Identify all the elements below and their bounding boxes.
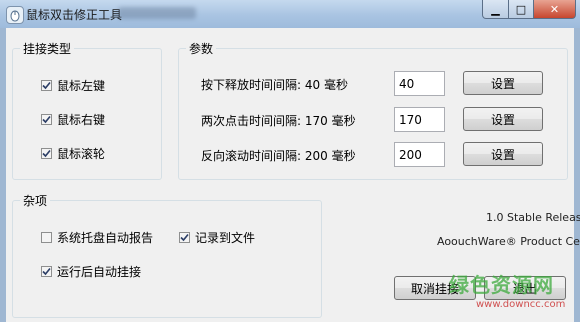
double-click-interval-input[interactable] [394,107,445,132]
checkbox-check-icon [41,148,52,159]
minimize-button[interactable]: ▁ [482,0,509,19]
maximize-button[interactable]: □ [508,0,534,19]
right-button-label: 鼠标右键 [57,113,106,127]
left-button-label: 鼠标左键 [57,79,106,93]
hook-type-group-title: 挂接类型 [20,40,75,57]
params-group: 参数 按下释放时间间隔: 40 毫秒 设置 两次点击时间间隔: 170 毫秒 设… [178,40,568,180]
checkbox-check-icon [179,232,190,243]
close-button[interactable]: ✕ [533,0,576,19]
press-release-interval-label: 按下释放时间间隔: 40 毫秒 [201,78,348,92]
release-info: 1.0 Stable Release [486,211,580,224]
set-button-label: 设置 [490,147,515,162]
wheel-checkbox[interactable]: 鼠标滚轮 [41,145,105,162]
watermark-url: www.downcc.com [476,299,566,310]
reverse-scroll-interval-label: 反向滚动时间间隔: 200 毫秒 [201,149,356,163]
window-title: 鼠标双击修正工具 [26,8,123,22]
tray-report-checkbox[interactable]: 系统托盘自动报告 [41,229,153,246]
blurred-title-region [118,7,196,19]
set-reverse-scroll-button[interactable]: 设置 [463,142,543,166]
hook-type-group: 挂接类型 鼠标左键 鼠标右键 鼠标滚轮 [12,40,162,180]
vendor-info: AoouchWare® Product Center [437,235,580,248]
auto-hook-label: 运行后自动挂接 [57,265,142,279]
title-bar[interactable]: 鼠标双击修正工具 ▁ □ ✕ [0,0,580,28]
left-button-checkbox[interactable]: 鼠标左键 [41,77,105,94]
log-to-file-label: 记录到文件 [195,231,256,245]
reverse-scroll-interval-input[interactable] [394,142,445,167]
set-button-label: 设置 [490,112,515,127]
checkbox-check-icon [41,80,52,91]
misc-group: 杂项 系统托盘自动报告 记录到文件 运行后自动挂接 [12,192,322,318]
close-icon: ✕ [549,2,560,16]
params-group-title: 参数 [186,40,217,57]
app-icon [6,6,24,24]
checkbox-check-icon [41,114,52,125]
maximize-icon: □ [515,2,527,16]
log-to-file-checkbox[interactable]: 记录到文件 [179,229,255,246]
press-release-interval-input[interactable] [394,71,445,96]
double-click-interval-label: 两次点击时间间隔: 170 毫秒 [201,114,356,128]
set-double-click-button[interactable]: 设置 [463,107,543,131]
minimize-icon: ▁ [491,2,500,16]
set-button-label: 设置 [490,76,515,91]
checkbox-unchecked-icon [41,232,52,243]
checkbox-check-icon [41,266,52,277]
watermark-text: 绿色资源网 [449,273,554,297]
misc-group-title: 杂项 [20,192,51,209]
set-press-release-button[interactable]: 设置 [463,71,543,95]
tray-report-label: 系统托盘自动报告 [57,231,154,245]
auto-hook-checkbox[interactable]: 运行后自动挂接 [41,263,141,280]
wheel-label: 鼠标滚轮 [57,147,106,161]
right-button-checkbox[interactable]: 鼠标右键 [41,111,105,128]
